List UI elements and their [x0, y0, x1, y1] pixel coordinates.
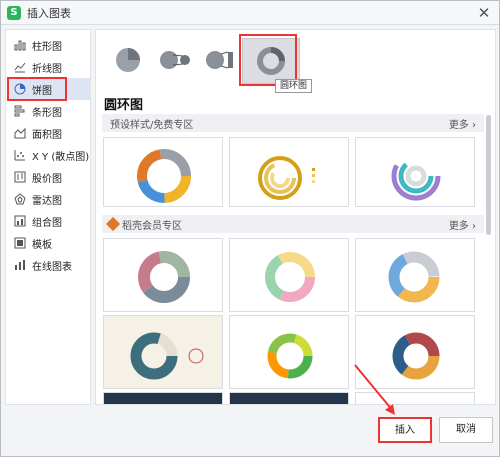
sidebar-item-online[interactable]: 在线图表 [8, 254, 90, 276]
doughnut-icon [257, 47, 285, 75]
sidebar-item-combo[interactable]: 组合图 [8, 210, 90, 232]
pie-chart-icon [13, 82, 27, 96]
pie-subtype-option[interactable] [110, 42, 146, 78]
gallery-scrollbar[interactable] [486, 115, 491, 235]
sidebar-item-radar[interactable]: 雷达图 [8, 188, 90, 210]
cancel-button[interactable]: 取消 [439, 417, 493, 443]
chart-type-sidebar: 柱形图 折线图 饼图 条形图 面积图 X Y (散点图) 股价图 雷达图 组合图… [5, 29, 91, 405]
sidebar-item-bar[interactable]: 条形图 [8, 100, 90, 122]
template-card[interactable] [103, 137, 223, 207]
bar-of-pie-icon [206, 51, 233, 69]
sidebar-item-label: 柱形图 [32, 41, 62, 53]
sidebar-item-label: 模板 [32, 239, 52, 251]
donut-thumbnail [267, 333, 313, 379]
sidebar-item-label: 饼图 [32, 85, 52, 97]
sidebar-item-line[interactable]: 折线图 [8, 56, 90, 78]
sidebar-item-column[interactable]: 柱形图 [8, 34, 90, 56]
sidebar-item-label: 折线图 [32, 63, 62, 75]
donut-thumbnail [391, 151, 441, 201]
sidebar-item-stock[interactable]: 股价图 [8, 166, 90, 188]
title-bar: S 插入图表 ✕ [1, 1, 499, 25]
subtype-tooltip: 圆环图 [275, 79, 313, 93]
template-card[interactable] [229, 137, 349, 207]
column-chart-icon [13, 38, 27, 52]
sidebar-item-template[interactable]: 模板 [8, 232, 90, 254]
template-card[interactable] [229, 392, 349, 404]
line-chart-icon [13, 60, 27, 74]
sidebar-item-label: 组合图 [32, 217, 62, 229]
radar-chart-icon [13, 192, 27, 206]
template-card[interactable] [103, 238, 223, 312]
online-chart-icon [13, 258, 27, 272]
template-icon [13, 236, 27, 250]
sidebar-item-label: 股价图 [32, 173, 62, 185]
member-more-link[interactable]: 更多 › [449, 217, 476, 232]
template-card[interactable] [229, 315, 349, 389]
bar-chart-icon [13, 104, 27, 118]
template-card[interactable] [355, 137, 475, 207]
sidebar-item-label: X Y (散点图) [32, 151, 90, 163]
donut-thumbnail [388, 251, 440, 303]
pie-of-pie-icon [160, 51, 190, 69]
template-card[interactable] [103, 315, 223, 389]
area-chart-icon [13, 126, 27, 140]
donut-thumbnail [258, 156, 315, 200]
donut-thumbnail [137, 149, 191, 203]
chart-gallery-panel: 圆环图 圆环图 预设样式/免费专区 更多 › 稻壳会员专区 更多 › [95, 29, 496, 405]
dialog-title: 插入图表 [27, 6, 71, 20]
template-card[interactable] [355, 238, 475, 312]
donut-thumbnail [138, 251, 190, 303]
sidebar-item-label: 条形图 [32, 107, 62, 119]
preset-section-label: 预设样式/免费专区 [110, 119, 194, 131]
stock-chart-icon [13, 170, 27, 184]
member-section-bar: 稻壳会员专区 更多 › [102, 215, 484, 233]
pie-of-pie-subtype-option[interactable] [156, 42, 192, 78]
wps-logo-icon: S [7, 5, 21, 20]
pointer-arrow-annotation [354, 364, 395, 415]
sidebar-item-pie[interactable]: 饼图 [8, 78, 90, 100]
scatter-chart-icon [13, 148, 27, 162]
preset-section-bar: 预设样式/免费专区 更多 › [102, 114, 484, 132]
pie-icon [116, 48, 140, 72]
sidebar-item-scatter[interactable]: X Y (散点图) [8, 144, 90, 166]
sidebar-item-label: 面积图 [32, 129, 62, 141]
close-icon[interactable]: ✕ [475, 4, 493, 22]
insert-chart-dialog: S 插入图表 ✕ 柱形图 折线图 饼图 条形图 面积图 X Y (散点图) 股价… [0, 0, 500, 457]
donut-thumbnail [130, 332, 204, 380]
donut-thumbnail [265, 252, 315, 302]
bar-of-pie-subtype-option[interactable] [202, 42, 238, 78]
section-heading: 圆环图 [104, 98, 144, 113]
sidebar-item-label: 雷达图 [32, 195, 62, 207]
template-card[interactable] [229, 238, 349, 312]
combo-chart-icon [13, 214, 27, 228]
doughnut-subtype-option[interactable] [242, 38, 300, 84]
member-section-label: 稻壳会员专区 [122, 220, 182, 232]
sidebar-item-area[interactable]: 面积图 [8, 122, 90, 144]
sidebar-item-label: 在线图表 [32, 261, 72, 273]
template-card[interactable] [103, 392, 223, 404]
preset-more-link[interactable]: 更多 › [449, 116, 476, 131]
